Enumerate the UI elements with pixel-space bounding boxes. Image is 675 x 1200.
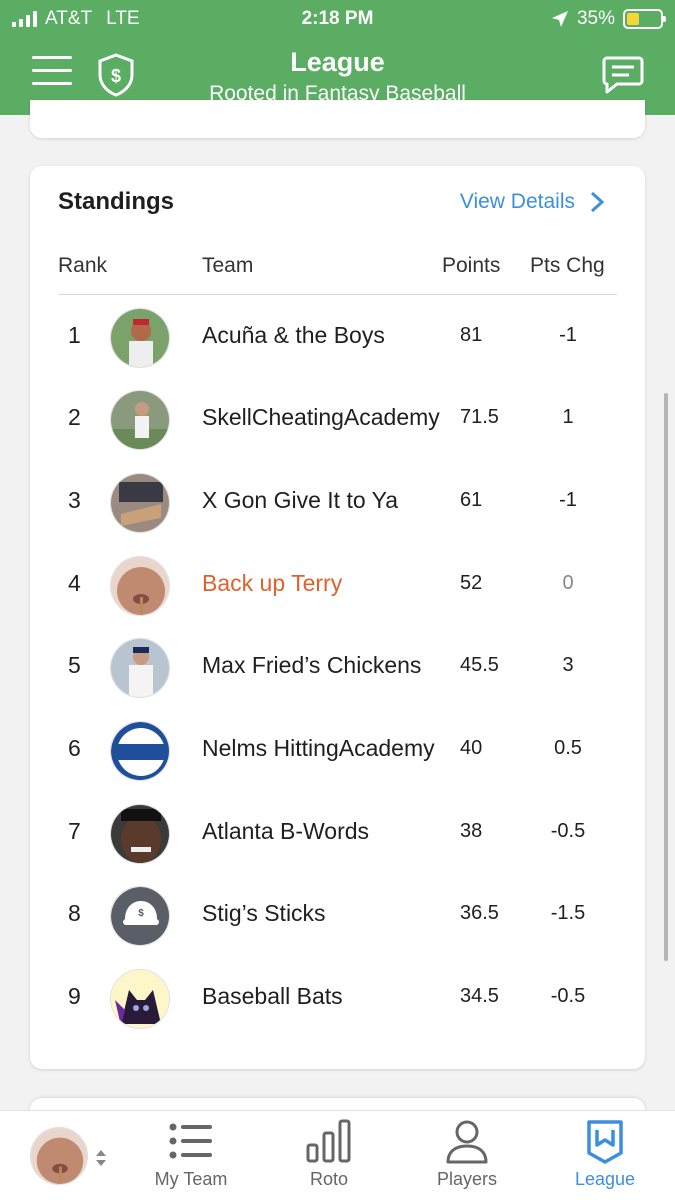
- team-avatar: [110, 308, 170, 368]
- standings-row[interactable]: 1 Acuña & the Boys 81 -1: [30, 297, 645, 379]
- standings-row[interactable]: 4 Back up Terry 52 0: [30, 545, 645, 627]
- person-icon: [446, 1120, 488, 1164]
- location-arrow-icon: [551, 11, 568, 27]
- standings-row[interactable]: 8 $ Stig’s Sticks 36.5 -1.5: [30, 875, 645, 957]
- row-pts-chg: -1: [559, 489, 577, 511]
- row-pts-chg: 0.5: [554, 737, 582, 759]
- previous-card: [30, 100, 645, 138]
- row-rank: 2: [68, 404, 81, 430]
- row-rank: 3: [68, 487, 81, 513]
- tab-my-team-label: My Team: [154, 1169, 228, 1189]
- bar-chart-icon: [306, 1119, 351, 1163]
- row-team-name: Acuña & the Boys: [202, 322, 385, 348]
- league-shield-icon: [587, 1120, 623, 1164]
- row-rank: 4: [68, 570, 81, 596]
- standings-row[interactable]: 2 SkellCheatingAcademy 71.5 1: [30, 379, 645, 461]
- standings-row[interactable]: 5 Max Fried’s Chickens 45.5 3: [30, 627, 645, 709]
- row-pts-chg: 3: [562, 654, 574, 676]
- column-header-rank[interactable]: Rank: [58, 254, 107, 278]
- row-points: 52: [460, 572, 483, 594]
- tab-bar: My Team Roto Players League: [0, 1110, 675, 1200]
- team-avatar: $: [110, 886, 170, 946]
- row-team-name: Stig’s Sticks: [202, 900, 326, 926]
- battery-percent: 35%: [576, 8, 615, 29]
- row-points: 36.5: [460, 902, 499, 924]
- battery-icon: [623, 9, 666, 29]
- row-points: 40: [460, 737, 483, 759]
- row-pts-chg: -1.5: [550, 902, 586, 924]
- status-bar: AT&T LTE 2:18 PM 35%: [0, 6, 675, 34]
- row-pts-chg: -0.5: [550, 820, 586, 842]
- team-avatar: [110, 638, 170, 698]
- chevron-right-icon: [590, 191, 605, 213]
- row-team-name: X Gon Give It to Ya: [202, 487, 399, 513]
- view-details-link[interactable]: View Details: [460, 190, 605, 214]
- header-divider: [58, 294, 617, 295]
- team-avatar: [110, 556, 170, 616]
- top-bar: AT&T LTE 2:18 PM 35% $ League Rooted in …: [0, 0, 675, 115]
- page-title: League: [290, 47, 385, 77]
- row-rank: 9: [68, 983, 81, 1009]
- user-avatar[interactable]: [30, 1127, 88, 1185]
- scrollbar[interactable]: [664, 393, 668, 961]
- row-points: 45.5: [460, 654, 499, 676]
- team-avatar: [110, 969, 170, 1029]
- standings-row[interactable]: 9 Baseball Bats 34.5 -0.5: [30, 958, 645, 1040]
- standings-row[interactable]: 3 X Gon Give It to Ya 61 -1: [30, 462, 645, 544]
- row-team-name: Atlanta B-Words: [202, 818, 370, 844]
- row-team-name: Nelms HittingAcademy: [202, 735, 435, 761]
- row-pts-chg: 0: [562, 572, 574, 594]
- tab-roto-label: Roto: [309, 1169, 349, 1189]
- row-pts-chg: 1: [562, 406, 574, 428]
- team-avatar: [110, 390, 170, 450]
- column-header-pts-chg[interactable]: Pts Chg: [530, 254, 605, 278]
- tab-league[interactable]: League: [552, 1111, 658, 1200]
- row-rank: 7: [68, 818, 81, 844]
- row-pts-chg: -1: [559, 324, 577, 346]
- column-header-team[interactable]: Team: [202, 254, 253, 278]
- list-icon: [169, 1123, 212, 1159]
- standings-row[interactable]: 7 Atlanta B-Words 38 -0.5: [30, 793, 645, 875]
- team-avatar: [110, 473, 170, 533]
- column-header-points[interactable]: Points: [442, 254, 500, 278]
- row-team-name: SkellCheatingAcademy: [202, 404, 440, 430]
- row-points: 61: [460, 489, 483, 511]
- row-pts-chg: -0.5: [550, 985, 586, 1007]
- row-rank: 6: [68, 735, 81, 761]
- standings-card: Standings View Details Rank Team Points …: [30, 166, 645, 1069]
- row-team-name: Baseball Bats: [202, 983, 343, 1009]
- view-details-label: View Details: [459, 190, 575, 213]
- team-switch-icon[interactable]: [94, 1147, 108, 1169]
- tab-roto[interactable]: Roto: [276, 1111, 382, 1200]
- team-avatar: [110, 804, 170, 864]
- row-points: 34.5: [460, 985, 499, 1007]
- row-rank: 5: [68, 652, 81, 678]
- chat-icon[interactable]: [601, 54, 645, 96]
- team-avatar: [110, 721, 170, 781]
- standings-row[interactable]: 6 Nelms HittingAcademy 40 0.5: [30, 710, 645, 792]
- row-team-name: Back up Terry: [202, 570, 343, 596]
- row-points: 81: [460, 324, 483, 346]
- row-points: 71.5: [460, 406, 499, 428]
- standings-title: Standings: [58, 188, 175, 215]
- row-rank: 8: [68, 900, 81, 926]
- tab-players[interactable]: Players: [414, 1111, 520, 1200]
- tab-players-label: Players: [436, 1169, 498, 1189]
- tab-league-label: League: [574, 1169, 636, 1189]
- row-team-name: Max Fried’s Chickens: [202, 652, 422, 678]
- tab-my-team[interactable]: My Team: [136, 1111, 246, 1200]
- svg-text:$: $: [138, 908, 144, 919]
- row-rank: 1: [68, 322, 81, 348]
- row-points: 38: [460, 820, 483, 842]
